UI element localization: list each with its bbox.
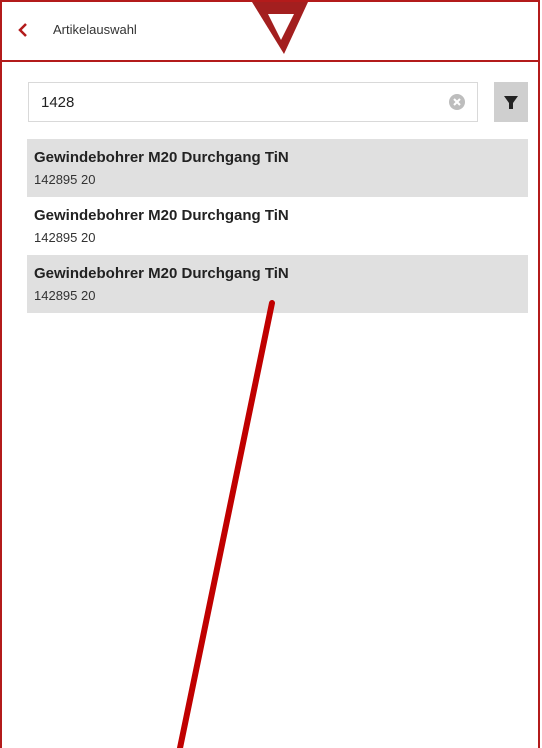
back-button[interactable] <box>12 18 36 42</box>
item-title: Gewindebohrer M20 Durchgang TiN <box>34 149 289 166</box>
item-title: Gewindebohrer M20 Durchgang TiN <box>34 207 289 224</box>
filter-button[interactable] <box>494 82 528 122</box>
brand-logo <box>252 2 308 54</box>
header-bar: Artikelauswahl <box>0 0 540 62</box>
search-input[interactable] <box>41 83 441 121</box>
search-field <box>28 82 478 122</box>
item-number: 142895 20 <box>34 230 96 245</box>
item-number: 142895 20 <box>34 288 96 303</box>
item-title: Gewindebohrer M20 Durchgang TiN <box>34 265 289 282</box>
list-item[interactable]: Gewindebohrer M20 Durchgang TiN 142895 2… <box>27 139 528 197</box>
filter-icon <box>504 96 518 109</box>
page-title: Artikelauswahl <box>53 22 137 37</box>
clear-search-button[interactable] <box>449 94 465 110</box>
item-number: 142895 20 <box>34 172 96 187</box>
list-item[interactable]: Gewindebohrer M20 Durchgang TiN 142895 2… <box>27 197 528 255</box>
results-list: Gewindebohrer M20 Durchgang TiN 142895 2… <box>27 139 528 313</box>
close-icon <box>453 98 461 106</box>
list-item[interactable]: Gewindebohrer M20 Durchgang TiN 142895 2… <box>27 255 528 313</box>
chevron-left-icon <box>18 23 27 37</box>
